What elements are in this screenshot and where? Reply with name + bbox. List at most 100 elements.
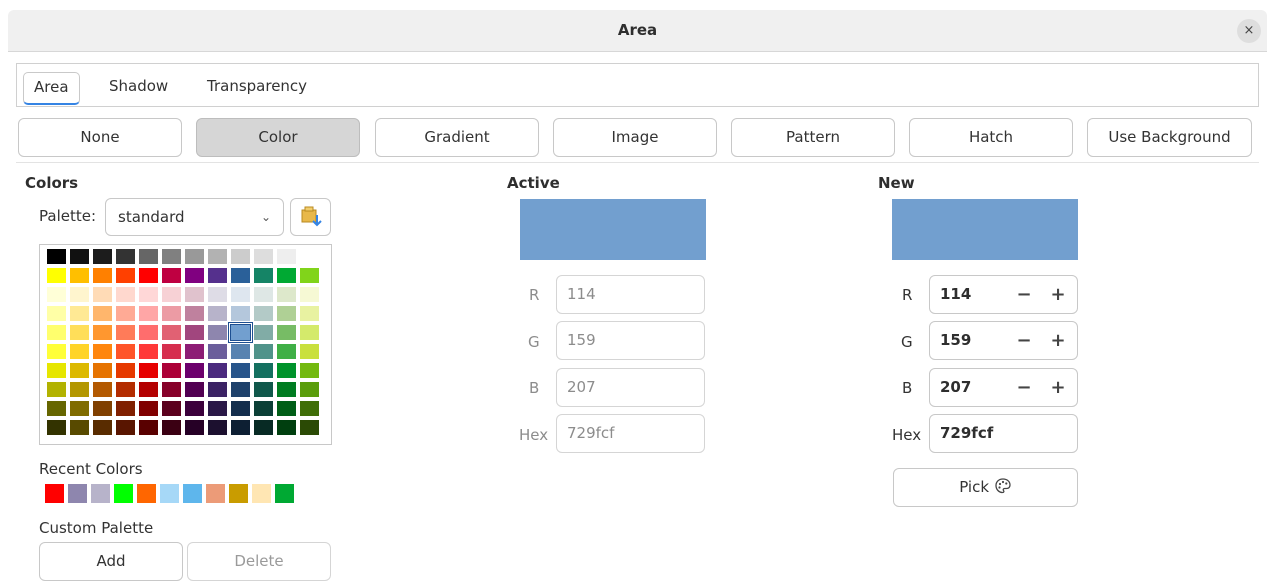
color-swatch[interactable] — [162, 287, 181, 302]
color-swatch[interactable] — [231, 401, 250, 416]
color-swatch[interactable] — [231, 382, 250, 397]
new-g-decrement-button[interactable]: − — [1006, 322, 1042, 359]
color-swatch[interactable] — [116, 268, 135, 283]
palette-dropdown[interactable]: standard ⌄ — [105, 198, 284, 236]
color-swatch[interactable] — [116, 382, 135, 397]
color-swatch[interactable] — [300, 268, 319, 283]
color-swatch[interactable] — [254, 306, 273, 321]
color-swatch[interactable] — [70, 401, 89, 416]
pick-button[interactable]: Pick — [893, 468, 1078, 507]
recent-color-swatch[interactable] — [183, 484, 202, 503]
color-swatch[interactable] — [254, 401, 273, 416]
new-r-decrement-button[interactable]: − — [1006, 276, 1042, 313]
close-button[interactable]: × — [1237, 19, 1261, 43]
color-swatch[interactable] — [139, 249, 158, 264]
color-swatch[interactable] — [116, 344, 135, 359]
color-swatch[interactable] — [300, 344, 319, 359]
tab-transparency[interactable]: Transparency — [207, 72, 307, 105]
color-swatch[interactable] — [47, 363, 66, 378]
fill-gradient-button[interactable]: Gradient — [375, 118, 539, 157]
color-swatch[interactable] — [277, 363, 296, 378]
color-swatch[interactable] — [93, 420, 112, 435]
recent-color-swatch[interactable] — [252, 484, 271, 503]
color-swatch[interactable] — [93, 344, 112, 359]
color-swatch[interactable] — [139, 344, 158, 359]
color-swatch[interactable] — [70, 325, 89, 340]
color-swatch[interactable] — [185, 363, 204, 378]
color-swatch[interactable] — [254, 268, 273, 283]
new-b-increment-button[interactable]: + — [1040, 369, 1076, 406]
color-swatch[interactable] — [254, 325, 273, 340]
color-swatch[interactable] — [300, 363, 319, 378]
color-swatch[interactable] — [162, 325, 181, 340]
color-swatch[interactable] — [231, 249, 250, 264]
color-swatch[interactable] — [162, 306, 181, 321]
color-swatch[interactable] — [116, 306, 135, 321]
color-swatch[interactable] — [139, 401, 158, 416]
color-swatch[interactable] — [70, 306, 89, 321]
new-g-increment-button[interactable]: + — [1040, 322, 1076, 359]
color-swatch[interactable] — [208, 325, 227, 340]
recent-color-swatch[interactable] — [206, 484, 225, 503]
color-swatch[interactable] — [139, 363, 158, 378]
color-swatch[interactable] — [93, 287, 112, 302]
color-swatch[interactable] — [208, 344, 227, 359]
color-swatch[interactable] — [139, 306, 158, 321]
color-swatch[interactable] — [231, 344, 250, 359]
color-swatch[interactable] — [277, 268, 296, 283]
color-swatch[interactable] — [47, 382, 66, 397]
color-swatch[interactable] — [277, 382, 296, 397]
color-swatch[interactable] — [231, 287, 250, 302]
color-swatch[interactable] — [47, 268, 66, 283]
color-swatch[interactable] — [231, 268, 250, 283]
color-swatch[interactable] — [116, 420, 135, 435]
color-swatch[interactable] — [185, 420, 204, 435]
fill-pattern-button[interactable]: Pattern — [731, 118, 895, 157]
color-swatch[interactable] — [208, 363, 227, 378]
color-swatch[interactable] — [208, 306, 227, 321]
color-swatch[interactable] — [254, 420, 273, 435]
fill-hatch-button[interactable]: Hatch — [909, 118, 1073, 157]
color-swatch[interactable] — [208, 401, 227, 416]
color-swatch[interactable] — [93, 306, 112, 321]
color-swatch[interactable] — [185, 249, 204, 264]
new-hex-field[interactable]: 729fcf — [929, 414, 1078, 453]
color-swatch[interactable] — [70, 363, 89, 378]
color-swatch[interactable] — [254, 382, 273, 397]
color-palette-grid[interactable] — [39, 244, 332, 445]
color-swatch[interactable] — [70, 382, 89, 397]
new-b-decrement-button[interactable]: − — [1006, 369, 1042, 406]
color-swatch[interactable] — [300, 420, 319, 435]
new-b-value[interactable]: 207 — [940, 378, 971, 396]
add-button[interactable]: Add — [39, 542, 183, 581]
color-swatch[interactable] — [162, 401, 181, 416]
color-swatch[interactable] — [162, 420, 181, 435]
color-swatch[interactable] — [70, 249, 89, 264]
color-swatch[interactable] — [300, 401, 319, 416]
color-swatch[interactable] — [277, 325, 296, 340]
recent-color-swatch[interactable] — [160, 484, 179, 503]
color-swatch[interactable] — [116, 363, 135, 378]
color-swatch[interactable] — [185, 325, 204, 340]
color-swatch[interactable] — [231, 420, 250, 435]
color-swatch[interactable] — [47, 420, 66, 435]
palette-import-button[interactable] — [290, 198, 331, 236]
color-swatch[interactable] — [70, 344, 89, 359]
color-swatch[interactable] — [254, 249, 273, 264]
color-swatch[interactable] — [185, 306, 204, 321]
color-swatch[interactable] — [254, 287, 273, 302]
color-swatch[interactable] — [162, 249, 181, 264]
color-swatch[interactable] — [208, 268, 227, 283]
color-swatch[interactable] — [185, 268, 204, 283]
recent-color-swatch[interactable] — [68, 484, 87, 503]
color-swatch[interactable] — [300, 306, 319, 321]
color-swatch[interactable] — [185, 344, 204, 359]
color-swatch[interactable] — [277, 420, 296, 435]
color-swatch[interactable] — [93, 268, 112, 283]
color-swatch[interactable] — [93, 382, 112, 397]
new-r-increment-button[interactable]: + — [1040, 276, 1076, 313]
color-swatch[interactable] — [231, 363, 250, 378]
color-swatch[interactable] — [162, 268, 181, 283]
color-swatch[interactable] — [93, 249, 112, 264]
color-swatch[interactable] — [162, 363, 181, 378]
